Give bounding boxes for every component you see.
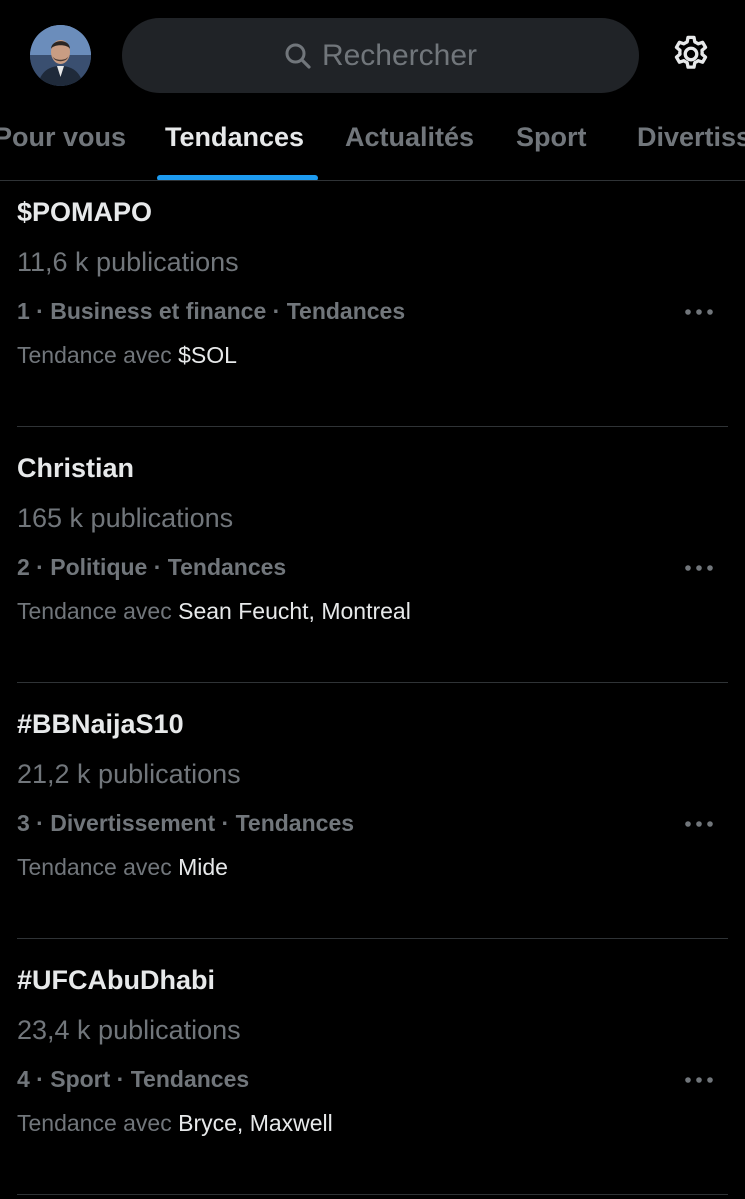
trend-item[interactable]: #BBNaijaS10 21,2 k publications 3 · Dive… — [17, 683, 728, 939]
more-horizontal-icon — [684, 303, 714, 321]
top-bar: Rechercher — [0, 0, 745, 112]
trend-title: Christian — [17, 453, 135, 483]
trend-related: Tendance avec Mide — [17, 854, 228, 881]
trend-item[interactable]: Christian 165 k publications 2 · Politiq… — [17, 427, 728, 683]
more-button[interactable] — [677, 553, 721, 583]
trend-item[interactable]: $POMAPO 11,6 k publications 1 · Business… — [17, 171, 728, 427]
settings-button[interactable] — [668, 33, 714, 79]
trend-related-prefix: Tendance avec — [17, 342, 172, 368]
gear-icon — [670, 33, 712, 80]
trend-related-names[interactable]: $SOL — [178, 342, 237, 368]
more-horizontal-icon — [684, 815, 714, 833]
search-icon — [284, 42, 312, 70]
trend-post-count: 11,6 k publications — [17, 247, 239, 277]
search-input[interactable]: Rechercher — [122, 18, 639, 93]
more-button[interactable] — [677, 297, 721, 327]
trend-related: Tendance avec Sean Feucht, Montreal — [17, 598, 411, 625]
trend-title: #BBNaijaS10 — [17, 709, 184, 739]
trend-related-prefix: Tendance avec — [17, 1110, 172, 1136]
trend-category: 2 · Politique · Tendances — [17, 554, 287, 580]
more-button[interactable] — [677, 809, 721, 839]
tab-pour-vous[interactable]: Pour vous — [0, 122, 126, 153]
trend-post-count: 165 k publications — [17, 503, 234, 533]
trend-related-names[interactable]: Bryce, Maxwell — [178, 1110, 333, 1136]
tab-divertissement[interactable]: Divertissement — [637, 122, 745, 153]
trend-item[interactable]: #UFCAbuDhabi 23,4 k publications 4 · Spo… — [17, 939, 728, 1195]
more-horizontal-icon — [684, 1071, 714, 1089]
trend-category: 3 · Divertissement · Tendances — [17, 810, 355, 836]
trend-title: $POMAPO — [17, 197, 153, 227]
trend-post-count: 21,2 k publications — [17, 759, 241, 789]
trend-title: #UFCAbuDhabi — [17, 965, 215, 995]
trend-related-prefix: Tendance avec — [17, 598, 172, 624]
trend-category: 1 · Business et finance · Tendances — [17, 298, 406, 324]
trend-category: 4 · Sport · Tendances — [17, 1066, 250, 1092]
trend-related-names[interactable]: Mide — [178, 854, 228, 880]
more-horizontal-icon — [684, 559, 714, 577]
trend-related: Tendance avec $SOL — [17, 342, 237, 369]
trend-related-prefix: Tendance avec — [17, 854, 172, 880]
trend-related: Tendance avec Bryce, Maxwell — [17, 1110, 333, 1137]
avatar[interactable] — [30, 25, 91, 86]
tab-tendances[interactable]: Tendances — [165, 122, 304, 153]
search-placeholder: Rechercher — [321, 38, 478, 72]
avatar-photo — [30, 25, 91, 86]
tab-sport[interactable]: Sport — [516, 122, 587, 153]
more-button[interactable] — [677, 1065, 721, 1095]
tab-actualites[interactable]: Actualités — [345, 122, 474, 153]
trend-post-count: 23,4 k publications — [17, 1015, 241, 1045]
trend-related-names[interactable]: Sean Feucht, Montreal — [178, 598, 411, 624]
